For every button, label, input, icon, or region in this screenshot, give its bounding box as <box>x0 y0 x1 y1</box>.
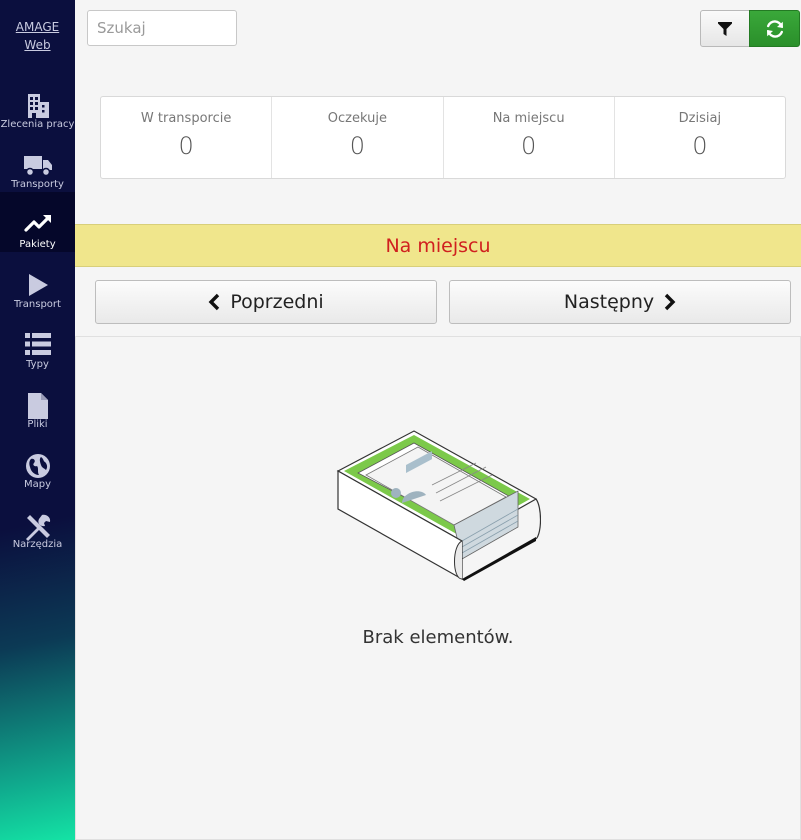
stat-value: 0 <box>520 132 537 160</box>
stat-oczekuje: Oczekuje 0 <box>272 97 444 178</box>
next-button-label: Następny <box>563 291 655 313</box>
packages-list-panel: Brak elementów. <box>75 336 801 840</box>
sidebar-item-label: Typy <box>26 359 49 370</box>
empty-box-illustration <box>336 430 541 581</box>
status-banner: Na miejscu <box>75 224 801 267</box>
stat-w-transporcie: W transporcie 0 <box>101 97 273 178</box>
stat-label: Dzisiaj <box>678 111 722 126</box>
stat-value: 0 <box>692 132 708 160</box>
list-icon <box>24 333 51 355</box>
stat-label: Na miejscu <box>492 111 565 126</box>
sidebar-item-pliki[interactable]: Pliki <box>0 372 75 432</box>
sidebar-item-transporty[interactable]: Transporty <box>0 132 75 192</box>
search-input[interactable] <box>87 10 237 46</box>
sidebar: AMAGE Web Zlecenia pracy Transporty Paki… <box>0 0 75 840</box>
sidebar-item-label: Pakiety <box>19 239 56 250</box>
sidebar-item-narzedzia[interactable]: Narzędzia <box>0 492 75 552</box>
chevron-left-icon <box>208 293 220 311</box>
sidebar-item-label: Transporty <box>11 179 64 190</box>
truck-icon <box>23 156 52 177</box>
stat-label: W transporcie <box>140 111 232 126</box>
brand-line-2: Web <box>24 38 51 52</box>
refresh-button[interactable] <box>749 10 800 47</box>
stats-panel: W transporcie 0 Oczekuje 0 Na miejscu 0 … <box>100 96 786 179</box>
sidebar-item-typy[interactable]: Typy <box>0 312 75 372</box>
file-icon <box>27 393 48 419</box>
chevron-right-icon <box>664 293 676 311</box>
sidebar-item-label: Pliki <box>27 419 48 430</box>
sidebar-item-label: Mapy <box>23 479 52 490</box>
filter-button[interactable] <box>700 10 750 47</box>
stat-dzisiaj: Dzisiaj 0 <box>615 97 785 178</box>
app-brand-link[interactable]: AMAGE Web <box>0 18 75 54</box>
sidebar-item-zlecenia-pracy[interactable]: Zlecenia pracy <box>0 72 75 132</box>
next-button[interactable]: Następny <box>449 280 791 324</box>
sidebar-item-label: Zlecenia pracy <box>0 119 75 130</box>
stat-value: 0 <box>349 132 366 160</box>
previous-button-label: Poprzedni <box>230 291 324 313</box>
play-icon <box>28 274 48 296</box>
sidebar-item-label: Narzędzia <box>12 539 63 550</box>
filter-icon <box>718 21 732 36</box>
sidebar-item-mapy[interactable]: Mapy <box>0 432 75 492</box>
sidebar-item-pakiety[interactable]: Pakiety <box>0 192 75 252</box>
sidebar-item-label: Transport <box>14 299 61 310</box>
stat-value: 0 <box>178 132 194 160</box>
stat-label: Oczekuje <box>327 111 387 126</box>
sidebar-item-transport[interactable]: Transport <box>0 252 75 312</box>
trend-up-icon <box>23 215 51 232</box>
stat-na-miejscu: Na miejscu 0 <box>444 97 615 178</box>
brand-line-1: AMAGE <box>15 20 60 34</box>
refresh-icon <box>766 19 783 38</box>
globe-icon <box>25 454 50 478</box>
building-icon <box>27 94 49 118</box>
tools-icon <box>25 514 50 541</box>
empty-state-message: Brak elementów. <box>362 627 514 648</box>
previous-button[interactable]: Poprzedni <box>95 280 437 324</box>
